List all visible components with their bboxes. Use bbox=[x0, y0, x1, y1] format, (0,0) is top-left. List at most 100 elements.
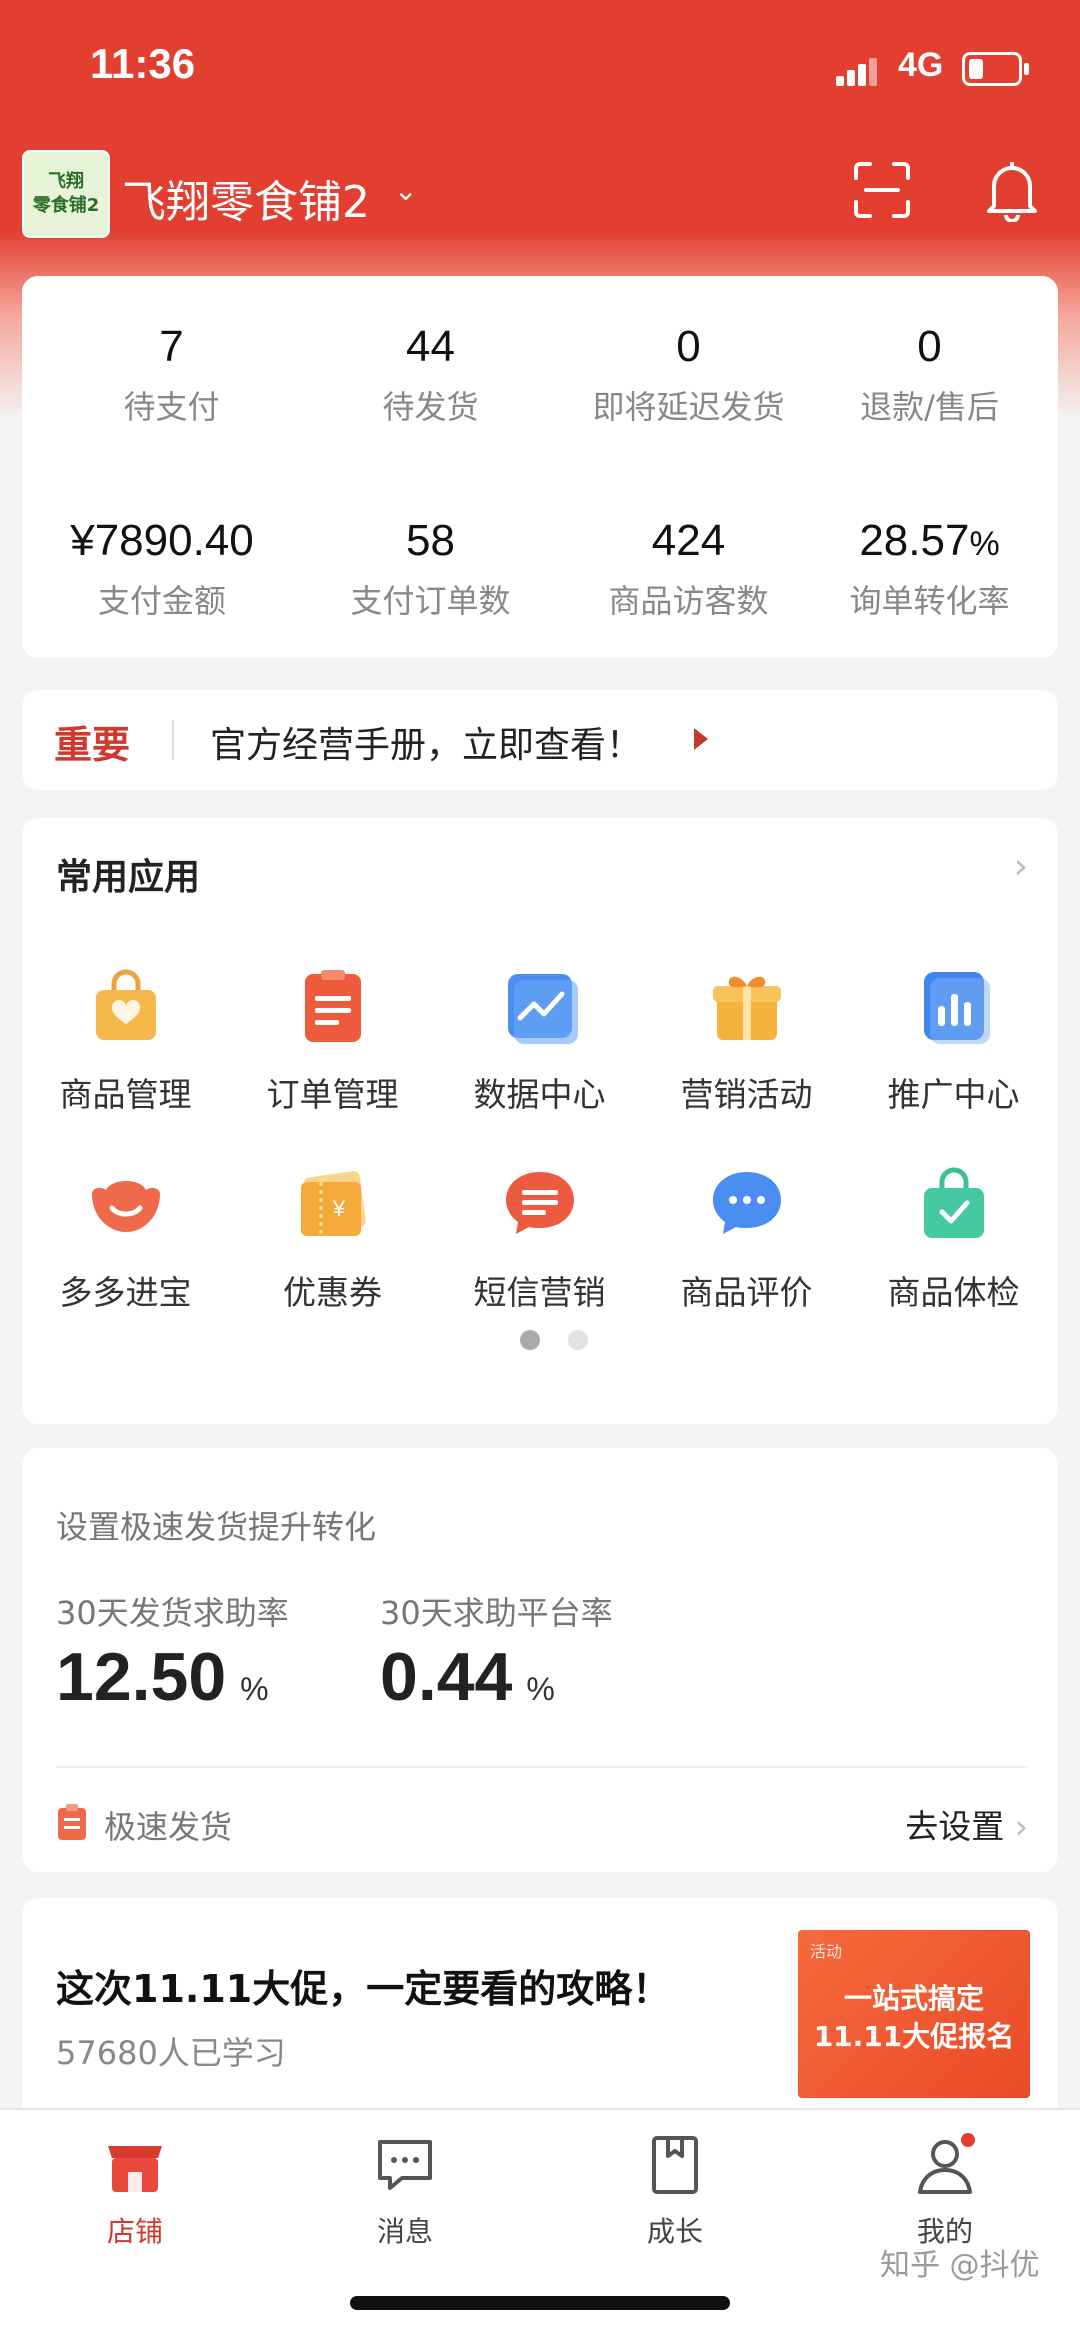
card-title: 设置极速发货提升转化 bbox=[56, 1508, 377, 1546]
banner-tag: 活动 bbox=[810, 1942, 843, 1961]
stat-label: 询单转化率 bbox=[849, 582, 1010, 620]
article-title: 这次11.11大促，一定要看的攻略！ bbox=[56, 1967, 671, 2011]
notice-bar[interactable]: 重要 官方经营手册，立即查看！ bbox=[22, 690, 1058, 790]
stat-pending-payment[interactable]: 7 待支付 bbox=[42, 322, 301, 428]
tab-messages[interactable]: 消息 bbox=[270, 2132, 540, 2250]
app-product-review[interactable]: 商品评价 bbox=[643, 1164, 850, 1314]
app-label: 商品体检 bbox=[887, 1273, 1020, 1312]
section-title: 常用应用 bbox=[56, 857, 201, 898]
stat-value: ¥7890.40 bbox=[70, 516, 254, 565]
tab-growth[interactable]: 成长 bbox=[540, 2132, 810, 2250]
go-setting-link[interactable]: 去设置 › bbox=[905, 1800, 1028, 1848]
tab-mine[interactable]: 我的 bbox=[810, 2132, 1080, 2250]
notice-text: 官方经营手册，立即查看！ bbox=[210, 725, 643, 766]
fast-shipping-label: 极速发货 bbox=[104, 1808, 233, 1846]
stat-value: 424 bbox=[651, 516, 726, 565]
metric-label: 30天发货求助率 bbox=[56, 1594, 289, 1632]
stat-label: 待支付 bbox=[123, 388, 220, 426]
common-apps-card: 常用应用 › 商品管理 订单管理 数据中心 营销活动 推广中心 多多进宝 ¥ 优… bbox=[22, 818, 1058, 1424]
stat-value: 28.57 bbox=[859, 516, 970, 565]
stat-label: 退款/售后 bbox=[860, 388, 999, 426]
tab-label: 店铺 bbox=[106, 2215, 163, 2248]
shopping-bag-icon bbox=[95, 969, 156, 1040]
gift-box-icon bbox=[712, 976, 781, 1040]
stat-pending-shipment[interactable]: 44 待发货 bbox=[301, 322, 560, 428]
scan-icon[interactable] bbox=[852, 160, 912, 220]
metric-value: 12.50% bbox=[56, 1638, 269, 1716]
app-label: 商品管理 bbox=[59, 1075, 192, 1114]
app-product-management[interactable]: 商品管理 bbox=[22, 966, 229, 1116]
metric-unit: % bbox=[240, 1671, 269, 1707]
chart-line-icon bbox=[507, 974, 578, 1044]
book-icon bbox=[652, 2136, 698, 2194]
metric-value: 0.44% bbox=[380, 1638, 555, 1716]
article-subtitle: 57680人已学习 bbox=[56, 2034, 286, 2072]
app-marketing[interactable]: 营销活动 bbox=[643, 966, 850, 1116]
metric-unit: % bbox=[526, 1671, 555, 1707]
app-product-checkup[interactable]: 商品体检 bbox=[850, 1164, 1057, 1314]
watermark: 知乎 @抖优 bbox=[880, 2248, 1040, 2283]
stat-refund[interactable]: 0 退款/售后 bbox=[800, 322, 1059, 428]
comment-icon bbox=[712, 1172, 781, 1234]
stat-label: 待发货 bbox=[382, 388, 479, 426]
chevron-right-icon: › bbox=[1014, 1807, 1028, 1846]
tab-store[interactable]: 店铺 bbox=[0, 2132, 270, 2250]
promo-banner[interactable]: 活动 一站式搞定 11.11大促报名 bbox=[798, 1930, 1030, 2098]
home-indicator[interactable] bbox=[350, 2296, 730, 2310]
promo-article-card[interactable]: 这次11.11大促，一定要看的攻略！ 57680人已学习 活动 一站式搞定 11… bbox=[22, 1898, 1058, 2128]
divider bbox=[56, 1766, 1028, 1768]
stat-unit: % bbox=[969, 525, 1000, 563]
stat-value: 58 bbox=[406, 516, 455, 565]
play-arrow-icon bbox=[694, 728, 708, 750]
stat-value: 0 bbox=[917, 322, 942, 371]
status-time: 11:36 bbox=[90, 40, 196, 87]
stat-pay-amount[interactable]: ¥7890.40 支付金额 bbox=[22, 516, 302, 622]
store-icon bbox=[108, 2146, 162, 2192]
app-label: 短信营销 bbox=[473, 1273, 606, 1312]
app-label: 多多进宝 bbox=[59, 1273, 192, 1312]
app-data-center[interactable]: 数据中心 bbox=[436, 966, 643, 1116]
app-label: 推广中心 bbox=[887, 1075, 1020, 1114]
stat-pay-orders[interactable]: 58 支付订单数 bbox=[301, 516, 560, 622]
banner-line: 一站式搞定 bbox=[843, 1982, 984, 2015]
check-bag-icon bbox=[923, 1167, 984, 1238]
stat-delay-shipment[interactable]: 0 即将延迟发货 bbox=[559, 322, 818, 428]
stat-label: 商品访客数 bbox=[608, 582, 769, 620]
app-label: 优惠券 bbox=[283, 1273, 382, 1312]
fast-shipping-card: 设置极速发货提升转化 30天发货求助率 12.50% 30天求助平台率 0.44… bbox=[22, 1448, 1058, 1872]
shop-name[interactable]: 飞翔零食铺2 bbox=[122, 166, 370, 230]
stat-visitors[interactable]: 424 商品访客数 bbox=[559, 516, 818, 622]
stat-conversion[interactable]: 28.57% 询单转化率 bbox=[800, 516, 1059, 622]
stat-label: 支付金额 bbox=[97, 582, 226, 620]
app-order-management[interactable]: 订单管理 bbox=[229, 966, 436, 1116]
app-sms-marketing[interactable]: 短信营销 bbox=[436, 1164, 643, 1314]
metric-number: 0.44 bbox=[380, 1639, 513, 1715]
user-icon bbox=[918, 2133, 975, 2194]
svg-text:¥: ¥ bbox=[331, 1196, 345, 1221]
page-indicator bbox=[506, 1330, 602, 1354]
message-icon bbox=[378, 2140, 432, 2190]
bell-icon[interactable] bbox=[982, 158, 1042, 222]
bar-chart-icon bbox=[923, 972, 990, 1044]
stat-value: 7 bbox=[159, 322, 184, 371]
app-label: 营销活动 bbox=[680, 1075, 813, 1114]
page-dot-active[interactable] bbox=[520, 1330, 540, 1350]
battery-icon bbox=[962, 52, 1029, 86]
tab-label: 消息 bbox=[376, 2215, 433, 2248]
banner-line: 11.11大促报名 bbox=[813, 2020, 1015, 2053]
app-coupon[interactable]: ¥ 优惠券 bbox=[229, 1164, 436, 1314]
app-promotion-center[interactable]: 推广中心 bbox=[850, 966, 1057, 1116]
stat-value: 0 bbox=[676, 322, 701, 371]
chevron-down-icon[interactable]: ⌄ bbox=[394, 174, 417, 207]
page-dot[interactable] bbox=[568, 1330, 588, 1350]
chevron-right-icon[interactable]: › bbox=[1014, 846, 1028, 887]
signal-icon bbox=[836, 56, 877, 86]
tab-label: 成长 bbox=[646, 2215, 703, 2248]
metric-number: 12.50 bbox=[56, 1639, 227, 1715]
app-label: 订单管理 bbox=[266, 1075, 399, 1114]
stat-label: 支付订单数 bbox=[350, 582, 511, 620]
network-type: 4G bbox=[898, 46, 944, 84]
stats-card: 7 待支付 44 待发货 0 即将延迟发货 0 退款/售后 ¥7890.40 支… bbox=[22, 276, 1058, 658]
app-duoduo-jinbao[interactable]: 多多进宝 bbox=[22, 1164, 229, 1314]
shop-logo[interactable]: 飞翔 零食铺2 bbox=[22, 150, 110, 238]
